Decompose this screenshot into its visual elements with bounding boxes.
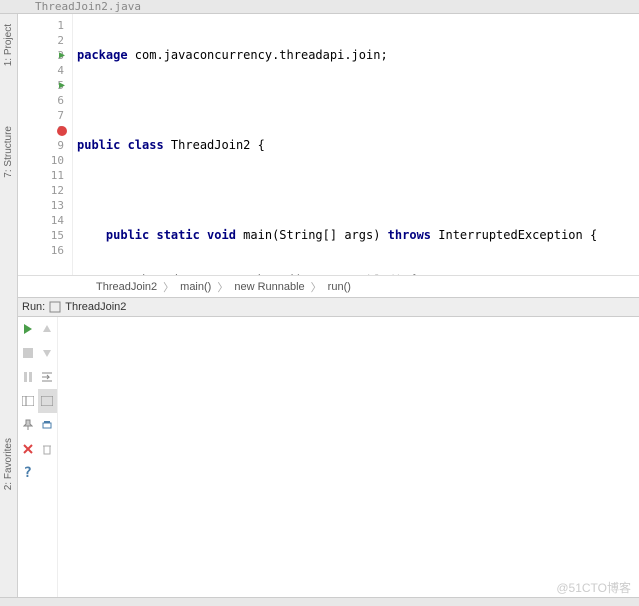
project-tool-button[interactable]: 1: Project [3,24,14,66]
status-bar [0,597,639,606]
breadcrumb-item[interactable]: new Runnable [234,281,304,293]
chevron-right-icon: 〉 [311,279,322,295]
pause-button[interactable] [18,365,38,389]
run-toolbar: ? [18,317,58,597]
favorites-tool-button[interactable]: 2: Favorites [3,438,14,490]
gutter-icons: ▶ ▶ [53,18,71,138]
line-number: 10 [18,153,64,168]
rerun-button[interactable] [18,317,38,341]
pin-button[interactable] [18,413,38,437]
scroll-button[interactable] [38,389,58,413]
run-class-icon[interactable]: ▶ [59,48,65,63]
editor-wrap: 1 2 3 4 5 6 7 8 9 10 11 12 13 14 15 16 ▶ [18,14,639,597]
breakpoint-icon[interactable] [57,126,67,136]
code-content[interactable]: package com.javaconcurrency.threadapi.jo… [73,14,639,275]
line-number: 9 [18,138,64,153]
run-label: Run: [22,301,45,313]
run-config-icon [49,301,61,313]
breadcrumb: ThreadJoin2 〉 main() 〉 new Runnable 〉 ru… [18,275,639,297]
run-output[interactable] [58,317,639,597]
up-button[interactable] [38,317,58,341]
tab-filename: ThreadJoin2.java [35,0,141,13]
code-editor[interactable]: 1 2 3 4 5 6 7 8 9 10 11 12 13 14 15 16 ▶ [18,14,639,275]
chevron-right-icon: 〉 [217,279,228,295]
layout-button[interactable] [18,389,38,413]
line-number: 16 [18,243,64,258]
structure-tool-button[interactable]: 7: Structure [3,126,14,178]
run-tool-header: Run: ThreadJoin2 [18,297,639,317]
run-method-icon[interactable]: ▶ [59,78,65,93]
editor-tab[interactable]: ThreadJoin2.java [0,0,639,14]
print-button[interactable] [38,413,58,437]
line-number: 15 [18,228,64,243]
line-number: 14 [18,213,64,228]
help-button[interactable]: ? [18,461,38,485]
chevron-right-icon: 〉 [163,279,174,295]
watermark: @51CTO博客 [556,579,631,596]
tool-window-bar-left: 1: Project 7: Structure 2: Favorites [0,14,18,597]
breadcrumb-item[interactable]: run() [328,281,351,293]
close-button[interactable] [18,437,38,461]
stop-button[interactable] [18,341,38,365]
line-number: 11 [18,168,64,183]
run-config-name: ThreadJoin2 [65,301,126,313]
run-tool-window: ? [18,317,639,597]
main-area: 1: Project 7: Structure 2: Favorites 1 2… [0,14,639,597]
gutter: 1 2 3 4 5 6 7 8 9 10 11 12 13 14 15 16 ▶ [18,14,73,275]
line-number: 12 [18,183,64,198]
down-button[interactable] [38,341,58,365]
wrap-button[interactable] [38,365,58,389]
breadcrumb-item[interactable]: ThreadJoin2 [96,281,157,293]
breadcrumb-item[interactable]: main() [180,281,211,293]
line-number: 13 [18,198,64,213]
trash-button[interactable] [38,437,58,461]
